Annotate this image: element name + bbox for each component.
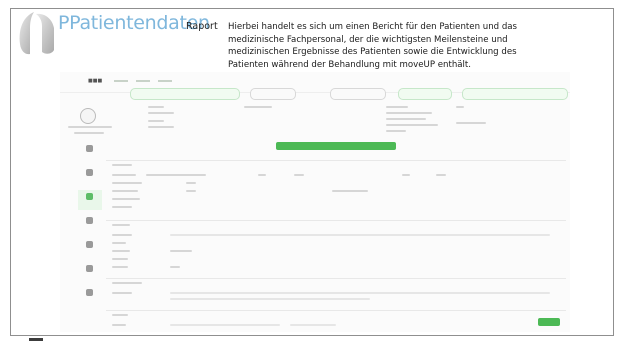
patient-avatar: [80, 108, 96, 124]
row-label: [112, 324, 126, 326]
section-heading: [112, 164, 132, 166]
row-value: [402, 174, 410, 176]
info-value: [386, 130, 406, 132]
row-value: [170, 266, 180, 268]
nav-item: [136, 80, 150, 82]
row-value: [170, 250, 192, 252]
row-value: [294, 174, 304, 176]
slide-description: Hierbei handelt es sich um einen Bericht…: [228, 22, 518, 70]
section-heading: [112, 314, 128, 316]
sidebar-icon: [86, 169, 93, 176]
section-heading: [112, 282, 142, 284]
report-section: [106, 278, 566, 279]
info-label: [456, 106, 464, 108]
sidebar-icon: [86, 241, 93, 248]
report-section: [106, 310, 566, 311]
sidebar-item[interactable]: [78, 262, 102, 282]
row-label: [112, 258, 128, 260]
row-value: [332, 190, 368, 192]
row-value: [170, 324, 280, 326]
info-label: [244, 106, 272, 108]
row-value: [290, 324, 336, 326]
sidebar-icon: [86, 217, 93, 224]
step-pill: [130, 88, 240, 100]
sidebar-icon: [86, 145, 93, 152]
row-value: [258, 174, 266, 176]
sidebar-icon: [86, 193, 93, 200]
step-pill: [398, 88, 452, 100]
report-section: [106, 160, 566, 161]
treatment-steps: [130, 88, 570, 100]
nav-item: [114, 80, 128, 82]
info-value: [148, 126, 174, 128]
info-label: [148, 106, 164, 108]
step-pill: [330, 88, 386, 100]
row-label: [112, 266, 128, 268]
app-logo-icon: ■■■: [88, 78, 103, 84]
row-value: [186, 182, 196, 184]
embedded-app-screenshot: ■■■: [60, 72, 570, 332]
row-label: [112, 206, 132, 208]
row-label: [112, 242, 126, 244]
sidebar-icon: [86, 265, 93, 272]
patient-info-placeholder: [74, 132, 104, 134]
section-heading: [112, 224, 130, 226]
step-pill: [462, 88, 568, 100]
step-pill: [250, 88, 296, 100]
info-value: [456, 122, 486, 124]
sidebar-item[interactable]: [78, 166, 102, 186]
sidebar-icon: [86, 289, 93, 296]
sidebar-item[interactable]: [78, 142, 102, 162]
row-label: [112, 174, 136, 176]
green-header-bar: [276, 142, 396, 150]
row-label: [112, 250, 130, 252]
slide-subtitle: Raport: [186, 21, 218, 32]
info-value: [386, 118, 426, 120]
info-value: [386, 124, 438, 126]
info-value: [148, 112, 174, 114]
sidebar-item[interactable]: [78, 214, 102, 234]
corner-mark: [29, 338, 43, 341]
row-label: [112, 292, 132, 294]
sidebar-item[interactable]: [78, 286, 102, 306]
row-value: [146, 174, 206, 176]
nav-item: [158, 80, 172, 82]
row-label: [112, 190, 138, 192]
row-label: [112, 182, 142, 184]
info-label: [148, 120, 164, 122]
row-value: [186, 190, 196, 192]
row-value: [170, 234, 550, 236]
patient-name-placeholder: [68, 126, 112, 128]
app-sidebar: [78, 142, 102, 332]
report-main-content: [106, 142, 566, 332]
row-label: [112, 234, 132, 236]
sidebar-item[interactable]: [78, 238, 102, 258]
report-section: [106, 220, 566, 221]
moveup-logo-icon: [19, 12, 54, 55]
row-value: [170, 298, 370, 300]
info-value: [386, 112, 432, 114]
info-label: [386, 106, 408, 108]
green-action-button[interactable]: [538, 318, 560, 326]
sidebar-item-active[interactable]: [78, 190, 102, 210]
row-label: [112, 198, 140, 200]
row-value: [170, 292, 550, 294]
row-value: [436, 174, 446, 176]
